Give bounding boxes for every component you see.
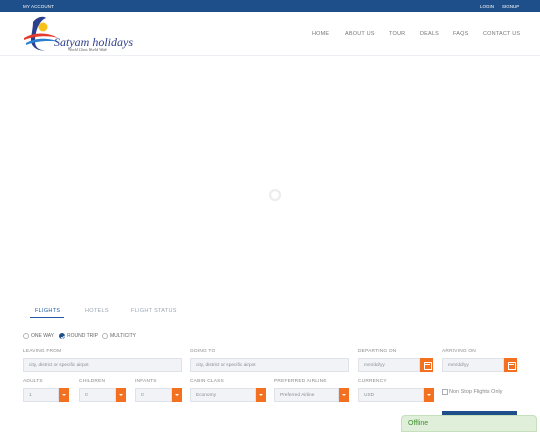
chevron-down-icon[interactable] — [424, 388, 434, 402]
nav-tour[interactable]: TOUR — [389, 31, 405, 37]
tab-flights[interactable]: FLIGHTS — [35, 308, 60, 314]
nav-faqs[interactable]: FAQS — [453, 31, 468, 37]
infants-select[interactable]: 0 — [135, 388, 172, 402]
currency-select[interactable]: USD — [358, 388, 424, 402]
radio-round-trip[interactable]: ROUND TRIP — [59, 333, 98, 339]
chevron-down-icon[interactable] — [256, 388, 266, 402]
adults-label: ADULTS — [23, 379, 43, 384]
chevron-down-icon[interactable] — [116, 388, 126, 402]
loading-spinner-icon — [269, 189, 281, 201]
radio-label: ONE WAY — [31, 333, 55, 339]
arriving-on-label: ARRIVING ON — [442, 349, 476, 354]
checkbox-icon — [442, 389, 448, 395]
radio-circle-icon — [23, 333, 29, 339]
cabin-class-select[interactable]: Economy — [190, 388, 256, 402]
tab-hotels[interactable]: HOTELS — [85, 308, 109, 314]
nav-home[interactable]: HOME — [312, 31, 329, 37]
chat-status: Offline — [408, 420, 429, 427]
radio-label: ROUND TRIP — [67, 333, 99, 339]
my-account-link[interactable]: MY ACCOUNT — [23, 4, 54, 9]
non-stop-checkbox[interactable]: Non Stop Flights Only — [442, 389, 503, 395]
chevron-down-icon[interactable] — [339, 388, 349, 402]
infants-label: INFANTS — [135, 379, 157, 384]
nav-contact-us[interactable]: CONTACT US — [483, 31, 520, 37]
departing-date-input[interactable]: mm/dd/yy — [358, 358, 420, 372]
currency-label: CURRENCY — [358, 379, 387, 384]
arriving-calendar-icon[interactable] — [504, 358, 517, 372]
adults-select[interactable]: 1 — [23, 388, 59, 402]
preferred-airline-select[interactable]: Preferred Airline — [274, 388, 339, 402]
radio-one-way[interactable]: ONE WAY — [23, 333, 54, 339]
non-stop-label: Non Stop Flights Only — [449, 389, 503, 395]
children-select[interactable]: 0 — [79, 388, 116, 402]
preferred-airline-label: PREFERRED AIRLINE — [274, 379, 327, 384]
chevron-down-icon[interactable] — [59, 388, 69, 402]
children-label: CHILDREN — [79, 379, 106, 384]
signup-link[interactable]: SIGNUP — [502, 4, 519, 9]
chat-widget[interactable]: Offline — [401, 415, 537, 432]
going-to-label: GOING TO — [190, 349, 216, 354]
nav-deals[interactable]: DEALS — [420, 31, 439, 37]
cabin-class-label: CABIN CLASS — [190, 379, 224, 384]
site-logo[interactable]: Satyam holidays World Class World Wide — [22, 14, 133, 54]
login-link[interactable]: LOGIN — [480, 4, 494, 9]
leaving-from-label: LEAVING FROM — [23, 349, 62, 354]
active-tab-indicator — [30, 317, 64, 318]
arriving-date-input[interactable]: mm/dd/yy — [442, 358, 504, 372]
departing-on-label: DEPARTING ON — [358, 349, 397, 354]
going-to-input[interactable]: city, district or specific airpot — [190, 358, 349, 372]
top-bar: MY ACCOUNT LOGIN SIGNUP — [0, 0, 540, 12]
tab-flight-status[interactable]: FLIGHT STATUS — [131, 308, 177, 314]
radio-multicity[interactable]: MULTICITY — [102, 333, 136, 339]
logo-tagline: World Class World Wide — [68, 47, 108, 52]
leaving-from-input[interactable]: city, district or specific airpot — [23, 358, 182, 372]
radio-label: MULTICITY — [110, 333, 137, 339]
chevron-down-icon[interactable] — [172, 388, 182, 402]
departing-calendar-icon[interactable] — [420, 358, 433, 372]
radio-circle-icon — [102, 333, 108, 339]
nav-about-us[interactable]: ABOUT US — [345, 31, 375, 37]
radio-checked-icon — [59, 333, 65, 339]
